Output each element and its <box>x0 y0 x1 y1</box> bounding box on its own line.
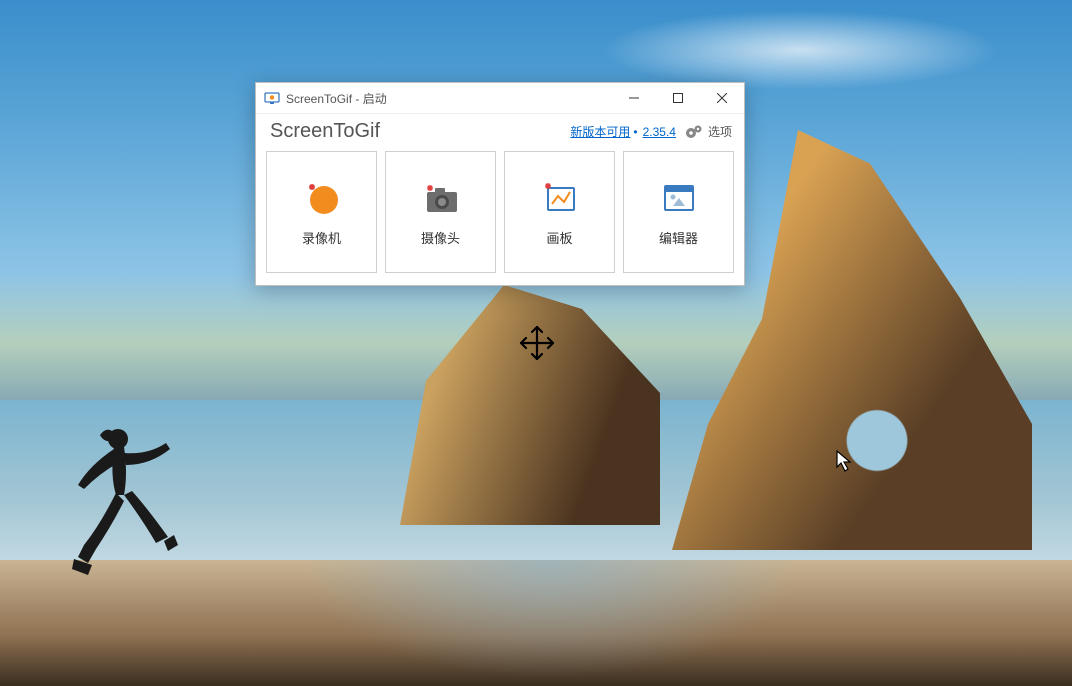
wallpaper-decor <box>822 400 932 490</box>
options-label: 选项 <box>708 123 732 140</box>
wallpaper-runner <box>70 425 180 595</box>
tile-label: 摄像头 <box>421 228 460 247</box>
header-row: ScreenToGif 新版本可用 • 2.35.4 选项 <box>256 114 744 151</box>
close-button[interactable] <box>700 83 744 113</box>
recorder-tile[interactable]: 录像机 <box>266 151 377 273</box>
recorder-icon <box>302 178 342 218</box>
board-icon <box>540 178 580 218</box>
editor-tile[interactable]: 编辑器 <box>623 151 734 273</box>
app-name: ScreenToGif <box>270 120 380 143</box>
wallpaper-decor <box>400 285 660 525</box>
app-icon <box>264 90 280 106</box>
version-link[interactable]: 2.35.4 <box>643 125 676 139</box>
minimize-button[interactable] <box>612 83 656 113</box>
window-title: ScreenToGif - 启动 <box>286 90 387 107</box>
tile-row: 录像机 摄像头 <box>256 151 744 285</box>
separator-bullet: • <box>633 125 637 139</box>
screentogif-startup-window: ScreenToGif - 启动 ScreenToGif 新版本可用 • 2.3… <box>255 82 745 286</box>
tile-label: 录像机 <box>302 228 341 247</box>
tile-label: 编辑器 <box>659 228 698 247</box>
update-available-link[interactable]: 新版本可用 <box>570 123 630 140</box>
camera-icon <box>421 178 461 218</box>
maximize-button[interactable] <box>656 83 700 113</box>
window-titlebar[interactable]: ScreenToGif - 启动 <box>256 83 744 114</box>
editor-icon <box>659 178 699 218</box>
wallpaper-decor <box>600 10 1000 90</box>
window-controls <box>612 83 744 113</box>
options-button[interactable]: 选项 <box>684 123 732 140</box>
board-tile[interactable]: 画板 <box>504 151 615 273</box>
wallpaper-decor <box>300 560 800 680</box>
tile-label: 画板 <box>546 228 572 247</box>
gear-icon <box>684 124 704 140</box>
webcam-tile[interactable]: 摄像头 <box>385 151 496 273</box>
